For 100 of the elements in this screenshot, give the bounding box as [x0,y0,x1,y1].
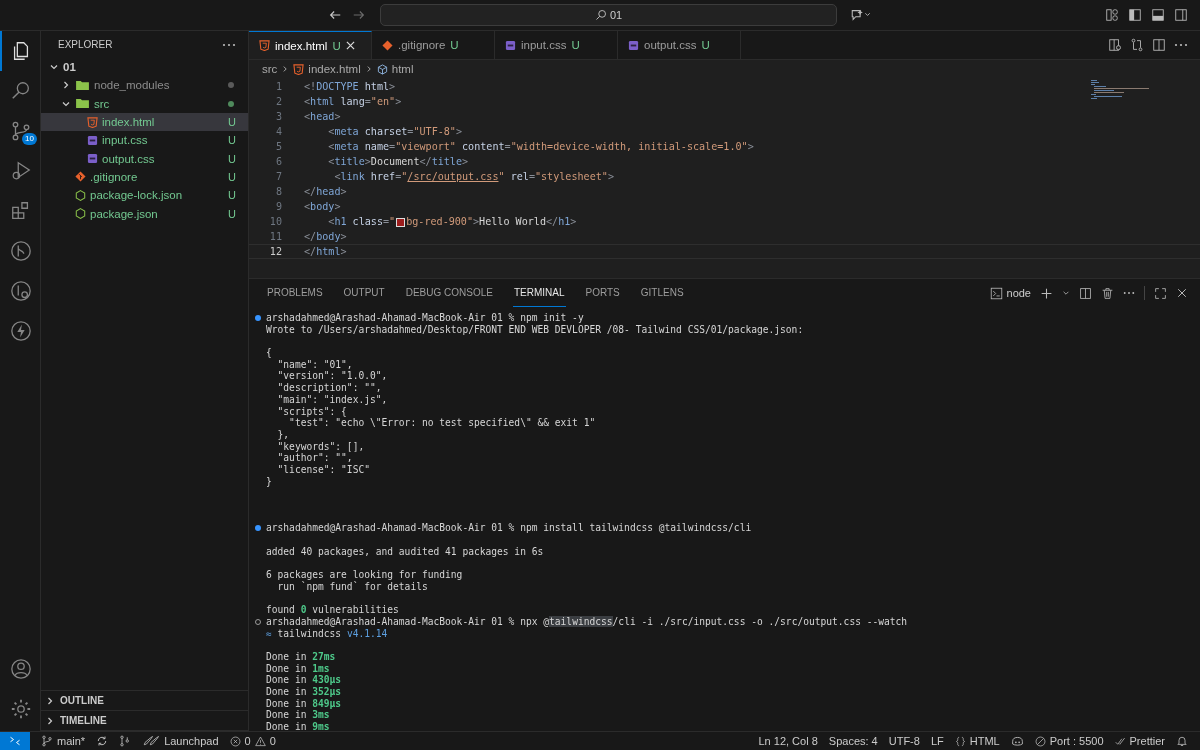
tree-item-label: package-lock.json [90,189,184,202]
terminal-line: "keywords": [], [276,440,365,453]
editor-tab[interactable]: output.css U [618,31,741,59]
terminal-icon [989,286,1003,300]
terminal-line: run `npm fund` for details [276,580,428,593]
tree-item[interactable]: output.css U [41,149,248,168]
breadcrumb-item[interactable]: index.html [293,63,361,75]
activity-item[interactable]: 10 [0,111,40,151]
tree-item[interactable]: package.json U [41,204,248,223]
more-icon[interactable] [222,42,236,47]
plus-icon[interactable] [1040,286,1053,300]
line-number: 6 [274,156,282,167]
panel-tab[interactable]: TERMINAL [512,279,566,307]
terminal-line: Done in 352µs [266,686,342,698]
panel-tab[interactable]: DEBUG CONSOLE [404,279,494,307]
code-line: <meta name="viewport" content="width=device-width, initial-scale=1.0"> [327,141,754,152]
panel-tab[interactable]: GITLENS [639,279,685,307]
tree-item[interactable]: node_modules [41,76,248,95]
branch-status[interactable]: main* [41,735,86,747]
panel-tab[interactable]: OUTPUT [342,279,386,307]
css-file-icon [505,39,516,51]
secondary-sidebar-icon[interactable] [1174,8,1188,22]
editor-tab[interactable]: .gitignore U [372,31,495,59]
css-file-icon [87,153,98,165]
terminal-line: "test": "echo \"Error: no test specified\" && exit 1" [288,417,596,429]
status-item[interactable]: Spaces: 4 [828,735,878,747]
terminal-line: ≈ tailwindcss v4.1.14 [266,627,388,640]
chevron-icon [45,695,55,706]
prettier-status[interactable]: Prettier [1114,735,1165,747]
breadcrumb-item[interactable]: html [376,63,414,75]
line-number: 7 [274,171,282,182]
code-line: <!DOCTYPE html> [303,81,396,92]
editor-tab[interactable]: index.html U [249,31,372,59]
tree-item-label: output.css [102,152,156,165]
command-center-search[interactable]: 01 [380,4,837,26]
cube-icon [376,63,388,75]
json-file-icon [75,189,86,201]
status-item[interactable]: Ln 12, Col 8 [758,735,818,747]
search-icon [10,80,32,102]
problems-status[interactable]: 0 0 [229,735,276,747]
customize-layout-icon[interactable] [1105,8,1119,22]
git-status-letter: U [228,134,236,147]
sidebar-section-header[interactable]: OUTLINE [41,691,248,711]
forward-arrow-icon[interactable] [352,8,366,22]
editor-tab[interactable]: input.css U [495,31,618,59]
git-file-icon [382,39,393,51]
panel-tab[interactable]: PORTS [584,279,621,307]
chat-sparkle-icon[interactable] [849,8,873,22]
trash-icon[interactable] [1101,286,1114,300]
more-icon[interactable] [1174,43,1188,47]
tree-item[interactable]: .gitignore U [41,167,248,187]
sidebar-toggle-icon[interactable] [1128,8,1142,22]
tree-item[interactable]: 01 [41,58,248,77]
minimap-drawing[interactable] [1091,80,1151,100]
copilot-icon[interactable] [1010,734,1024,748]
git-graph-icon[interactable] [119,735,132,747]
status-item[interactable]: LF [930,735,944,747]
breadcrumb-item[interactable]: src [262,63,278,75]
terminal-selector[interactable]: node [989,286,1031,300]
folder-icon [75,79,90,91]
terminal-line: "main": "index.js", [276,393,388,406]
panel-toggle-icon[interactable] [1151,8,1165,22]
language-mode[interactable]: HTML [954,735,1000,747]
open-preview-icon[interactable] [1108,38,1122,52]
lightning-icon [10,320,32,342]
tree-item[interactable]: package-lock.json U [41,186,248,205]
code-line: <link href="/src/output.css" rel="stylesheet"> [333,171,614,182]
tree-item[interactable]: input.css U [41,131,248,150]
html-file-icon [293,63,305,75]
terminal-line: Done in 27ms [266,650,336,663]
more-icon[interactable] [1123,291,1135,295]
split-editor-icon[interactable] [1152,38,1166,52]
panel-tab[interactable]: PROBLEMS [266,279,324,307]
live-server-port[interactable]: Port : 5500 [1034,735,1104,747]
git-status-letter: U [228,207,236,220]
launchpad-status[interactable]: Launchpad [142,735,219,747]
account-icon [10,658,32,680]
sidebar-title: EXPLORER [58,39,113,50]
maximize-icon[interactable] [1154,286,1167,300]
css-file-icon [628,39,639,51]
tree-item[interactable]: index.html U [41,112,248,132]
remote-icon [9,735,21,747]
split-terminal-icon[interactable] [1079,286,1092,300]
sync-icon[interactable] [96,735,109,747]
branch-icon [10,120,32,142]
tree-item[interactable]: src [41,94,248,113]
code-line: <body> [303,201,341,212]
close-icon[interactable] [1176,287,1188,299]
back-arrow-icon[interactable] [328,8,342,22]
terminal-line: Done in 3ms [266,709,330,722]
git-status-letter: U [228,152,236,165]
count-badge: 10 [22,133,37,145]
status-item[interactable]: UTF-8 [888,735,920,747]
git-search-icon [10,280,32,302]
compare-changes-icon[interactable] [1130,38,1144,52]
terminal-line: arshadahmed@Arashad-Ahamad-MacBook-Air 01 % npm init -y [266,312,584,324]
close-icon[interactable] [345,41,355,50]
bell-icon[interactable] [1176,735,1188,747]
chevron-down-icon[interactable] [1062,289,1070,297]
git-status-letter: U [228,189,236,202]
